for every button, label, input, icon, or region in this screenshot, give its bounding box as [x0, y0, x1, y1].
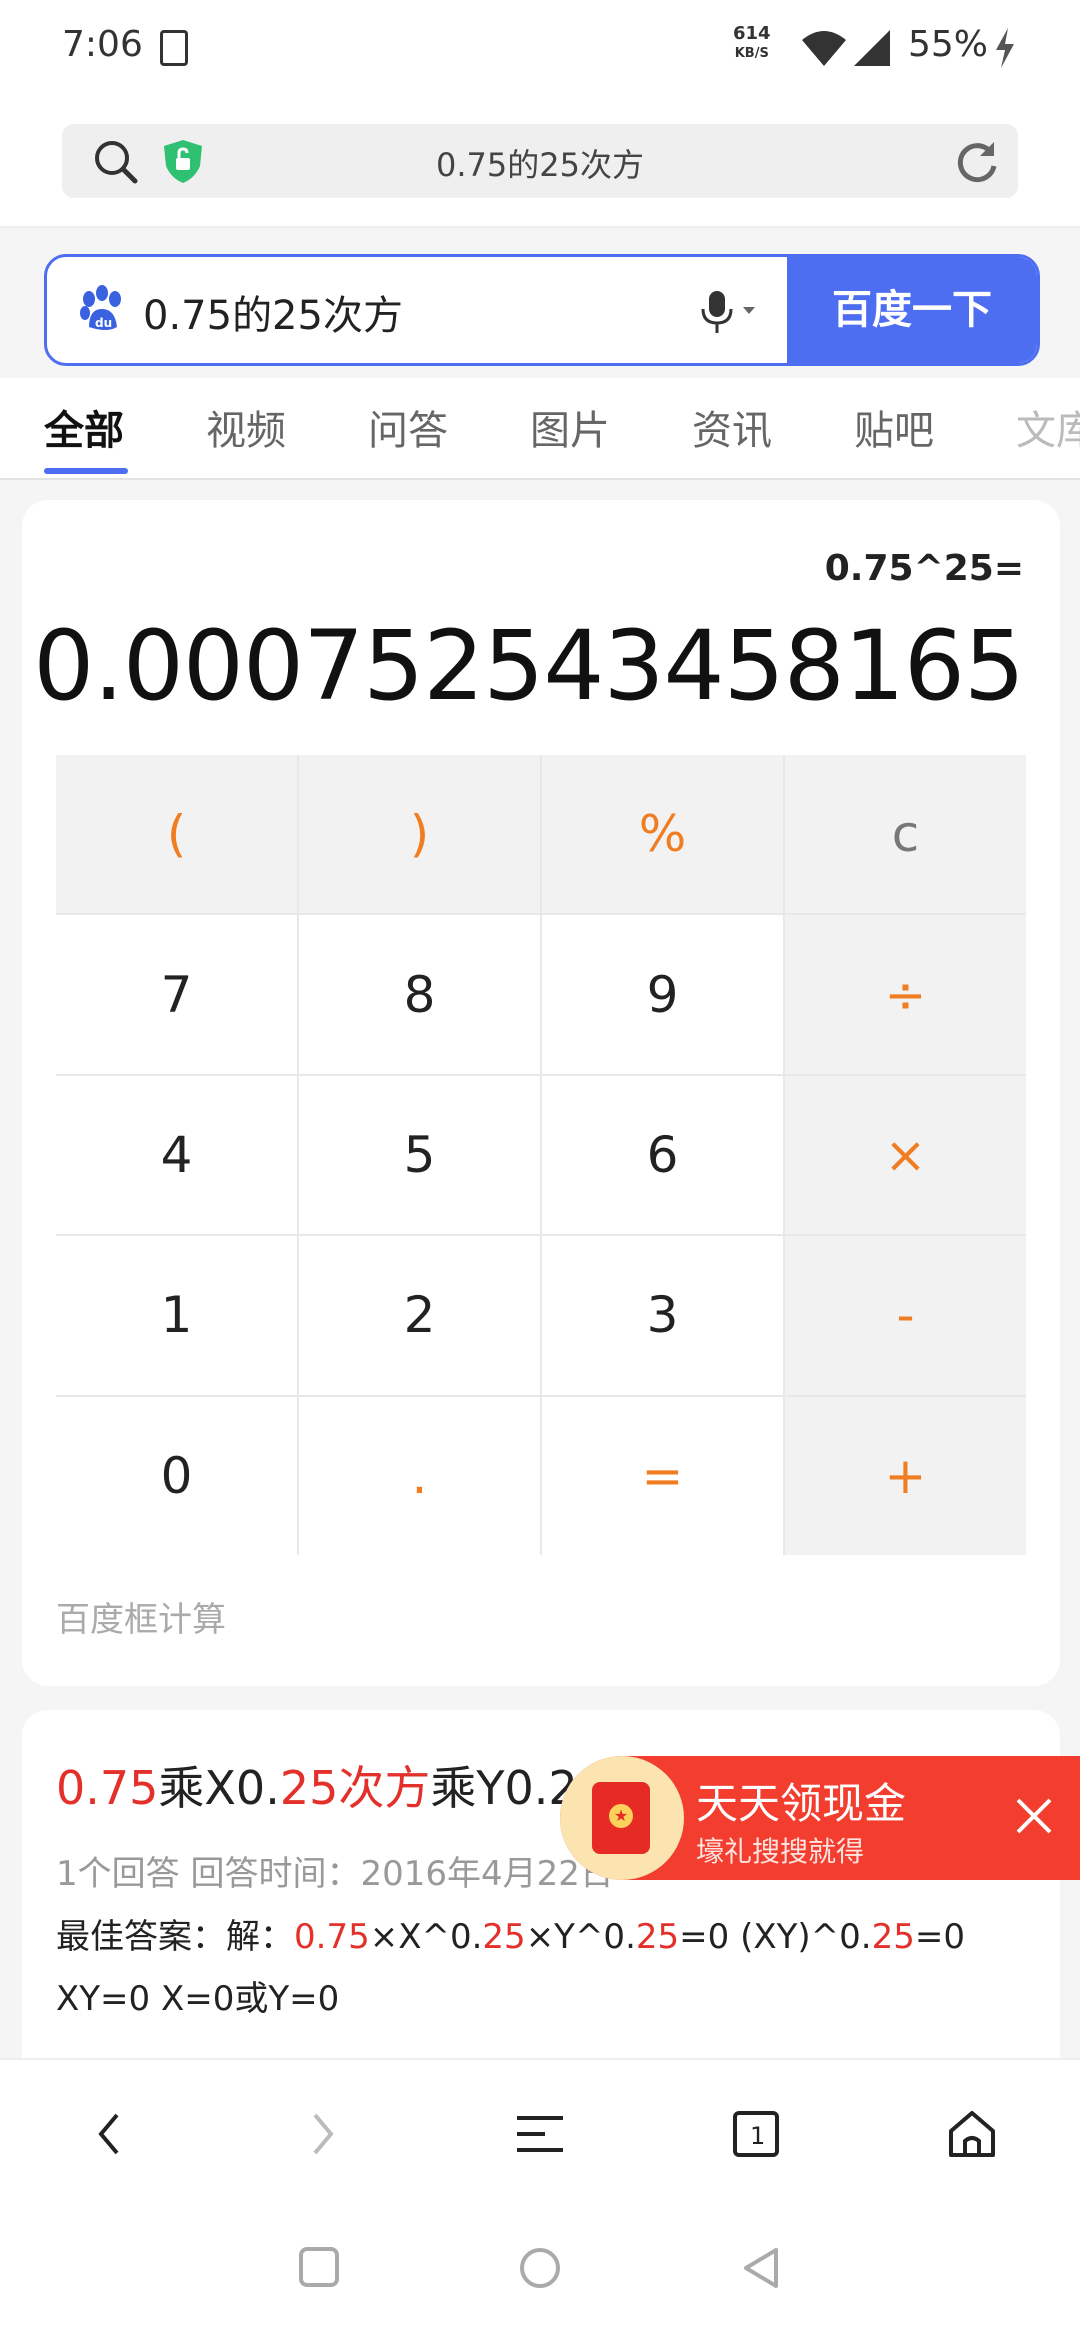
download-icon — [160, 30, 188, 66]
home-button[interactable] — [942, 2104, 1002, 2164]
tab-all[interactable]: 全部 — [44, 398, 124, 456]
tab-qa[interactable]: 问答 — [368, 398, 448, 456]
calculator-caption: 百度框计算 — [56, 1600, 226, 1640]
key-plus[interactable]: + — [785, 1396, 1026, 1555]
key-8[interactable]: 8 — [299, 915, 540, 1074]
recent-apps-icon[interactable] — [298, 2246, 340, 2288]
svg-text:du: du — [95, 316, 112, 330]
chevron-right-icon — [313, 2113, 334, 2155]
speed-value: 614 — [733, 23, 771, 44]
calculator-expression: 0.75^25= — [824, 548, 1024, 589]
refresh-icon[interactable] — [954, 138, 1000, 184]
key-close-paren[interactable]: ) — [299, 755, 540, 914]
tab-wenku[interactable]: 文库 — [1016, 398, 1080, 456]
title-highlight: 0.75 — [56, 1761, 159, 1815]
menu-icon — [517, 2116, 563, 2152]
search-input[interactable]: 0.75的25次方 — [143, 283, 403, 341]
network-speed: 614 KB/S — [733, 24, 771, 64]
answer-highlight: 25 — [482, 1917, 526, 1957]
key-9[interactable]: 9 — [542, 915, 783, 1074]
voice-input-icon[interactable] — [695, 287, 765, 337]
system-back-icon[interactable] — [740, 2246, 782, 2290]
system-home-icon[interactable] — [518, 2246, 562, 2290]
key-3[interactable]: 3 — [542, 1236, 783, 1395]
status-bar: 7:06 614 KB/S 55% — [0, 0, 1080, 100]
answer-text: =0 (XY)^0. — [679, 1917, 872, 1957]
tab-tieba[interactable]: 贴吧 — [854, 398, 934, 456]
best-answer-text: 最佳答案：解：0.75×X^0.25×Y^0.25=0 (XY)^0.25=0 … — [56, 1906, 1026, 2030]
key-minus[interactable]: - — [785, 1236, 1026, 1395]
key-open-paren[interactable]: ( — [56, 755, 297, 914]
key-2[interactable]: 2 — [299, 1236, 540, 1395]
key-7[interactable]: 7 — [56, 915, 297, 1074]
promo-title: 天天领现金 — [696, 1779, 907, 1828]
home-icon — [949, 2111, 995, 2157]
tab-news[interactable]: 资讯 — [692, 398, 772, 456]
key-percent[interactable]: % — [542, 755, 783, 914]
wifi-icon — [802, 31, 846, 66]
answer-title[interactable]: 0.75乘X0.25次方乘Y0.2 — [56, 1752, 578, 1818]
active-tab-indicator — [44, 468, 128, 474]
charging-icon — [996, 28, 1014, 68]
key-decimal[interactable]: . — [299, 1396, 540, 1555]
battery-level: 55% — [908, 24, 989, 65]
svg-text:1: 1 — [750, 2122, 765, 2150]
answer-highlight: 0.75 — [294, 1917, 370, 1957]
key-multiply[interactable]: × — [785, 1075, 1026, 1235]
answer-highlight: 25 — [871, 1917, 915, 1957]
calculator-result: 0.000752543458165 — [33, 610, 1025, 722]
search-box[interactable]: du 0.75的25次方 百度一下 — [44, 254, 1040, 366]
title-highlight: 25次方 — [279, 1761, 431, 1815]
forward-button[interactable] — [294, 2104, 354, 2164]
baidu-paw-icon: du — [80, 285, 121, 330]
address-bar-text: 0.75的25次方 — [436, 146, 644, 184]
search-button[interactable]: 百度一下 — [787, 257, 1037, 363]
signal-icon — [854, 30, 890, 66]
key-6[interactable]: 6 — [542, 1075, 783, 1235]
red-envelope-icon: ★ — [560, 1756, 684, 1880]
speed-unit: KB/S — [734, 46, 769, 61]
menu-button[interactable] — [510, 2104, 570, 2164]
key-divide[interactable]: ÷ — [785, 915, 1026, 1074]
tab-images[interactable]: 图片 — [530, 398, 610, 456]
address-bar[interactable]: 0.75的25次方 — [62, 124, 1018, 198]
browser-bottom-nav: 1 — [0, 2058, 1080, 2198]
chevron-left-icon — [98, 2113, 119, 2155]
key-clear[interactable]: c — [785, 755, 1026, 914]
system-navigation-bar — [0, 2196, 1080, 2340]
calculator-keypad: ( ) % c 7 8 9 ÷ 4 5 6 × 1 2 3 - 0 . = + — [56, 755, 1026, 1555]
back-button[interactable] — [78, 2104, 138, 2164]
tabs-button[interactable]: 1 — [726, 2104, 786, 2164]
key-5[interactable]: 5 — [299, 1075, 540, 1235]
answer-meta: 1个回答 回答时间：2016年4月22日 — [56, 1854, 614, 1894]
tab-video[interactable]: 视频 — [206, 398, 286, 456]
calculator-card: 0.75^25= 0.000752543458165 ( ) % c 7 8 9… — [22, 500, 1060, 1686]
search-category-tabs: 全部 视频 问答 图片 资讯 贴吧 文库 — [0, 378, 1080, 480]
key-0[interactable]: 0 — [56, 1396, 297, 1555]
browser-address-area: 0.75的25次方 — [0, 100, 1080, 228]
answer-highlight: 25 — [635, 1917, 680, 1957]
status-time: 7:06 — [62, 24, 143, 65]
answer-text: ×Y^0. — [525, 1917, 636, 1957]
close-icon[interactable] — [1010, 1792, 1058, 1840]
key-equals[interactable]: = — [542, 1396, 783, 1555]
answer-text: ×X^0. — [369, 1917, 483, 1957]
title-text: 乘Y0.2 — [430, 1761, 578, 1815]
key-4[interactable]: 4 — [56, 1075, 297, 1235]
title-text: 乘X0. — [158, 1761, 280, 1815]
promo-subtitle: 壕礼搜搜就得 — [696, 1835, 865, 1868]
tab-count-icon: 1 — [733, 2111, 779, 2157]
key-1[interactable]: 1 — [56, 1236, 297, 1395]
best-answer-label: 最佳答案：解： — [56, 1917, 294, 1957]
cash-promo-banner[interactable]: ★ 天天领现金 壕礼搜搜就得 — [560, 1756, 1080, 1880]
